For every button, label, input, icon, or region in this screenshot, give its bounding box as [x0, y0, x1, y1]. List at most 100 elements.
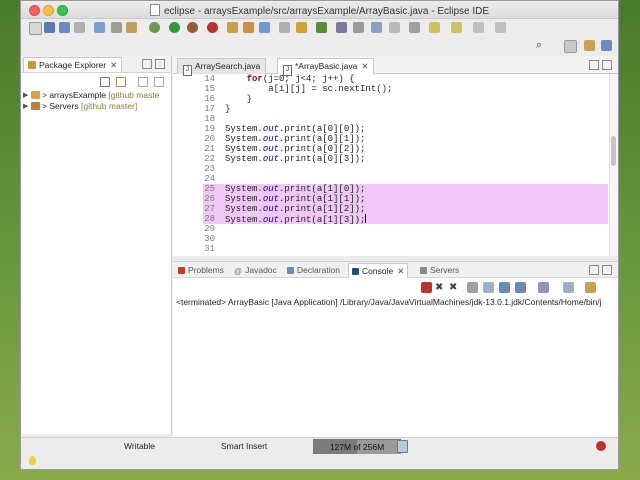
code-line[interactable]: 25 System.out.print(a[1][0]);	[173, 184, 618, 194]
tab-declaration[interactable]: Declaration	[284, 263, 343, 277]
minimize-icon[interactable]	[142, 59, 152, 69]
code-line[interactable]: 23	[173, 164, 618, 174]
maximize-icon[interactable]	[602, 60, 612, 70]
history-forward-icon[interactable]	[495, 22, 506, 33]
chevron-right-icon[interactable]: ▶	[23, 101, 28, 112]
last-edit-icon[interactable]	[409, 22, 420, 33]
open-type-icon[interactable]	[279, 22, 290, 33]
tree-item-arraysexample[interactable]: ▶ > arraysExample [github maste	[21, 90, 171, 101]
code-line[interactable]: 21 System.out.print(a[0][2]);	[173, 144, 618, 154]
code-prefix: System.	[225, 204, 263, 214]
back-icon[interactable]	[429, 22, 440, 33]
code-text: }	[225, 104, 230, 114]
word-wrap-icon[interactable]	[483, 282, 494, 293]
show-console-icon[interactable]	[499, 282, 510, 293]
filter-icon[interactable]	[138, 77, 149, 87]
code-line[interactable]: 30	[173, 234, 618, 244]
code-line[interactable]: 26 System.out.print(a[1][1]);	[173, 194, 618, 204]
new-package-icon[interactable]	[243, 22, 254, 33]
code-line[interactable]: 29	[173, 224, 618, 234]
tab-servers[interactable]: Servers	[417, 263, 462, 277]
debug-icon[interactable]	[149, 22, 160, 33]
tab-label: Declaration	[297, 265, 340, 275]
java-perspective-icon[interactable]	[601, 40, 612, 51]
code-line[interactable]: 15 a[i][j] = sc.nextInt();	[173, 84, 618, 94]
open-console-icon[interactable]	[585, 282, 596, 293]
show-whitespace-icon[interactable]	[371, 22, 382, 33]
maximize-icon[interactable]	[155, 59, 165, 69]
search-icon[interactable]: ⌕	[536, 40, 547, 51]
open-perspective-icon[interactable]	[564, 40, 577, 53]
code-line[interactable]: 14 for(j=0; j<4; j++) {	[173, 74, 618, 84]
tab-arraybasic[interactable]: J *ArrayBasic.java ✕	[277, 58, 375, 76]
external-tools-icon[interactable]	[207, 22, 218, 33]
history-back-icon[interactable]	[473, 22, 484, 33]
save-icon[interactable]	[44, 22, 55, 33]
code-line[interactable]: 22 System.out.print(a[0][3]);	[173, 154, 618, 164]
remove-all-icon[interactable]: ✖	[449, 282, 460, 293]
paragraph-icon[interactable]	[389, 22, 400, 33]
lightbulb-icon[interactable]	[29, 456, 36, 465]
run-icon[interactable]	[169, 22, 180, 33]
tab-problems[interactable]: Problems	[175, 263, 227, 277]
code-line[interactable]: 28 System.out.print(a[1][3]);	[173, 214, 618, 225]
code-line[interactable]: 19 System.out.print(a[0][0]);	[173, 124, 618, 134]
package-explorer-tab[interactable]: Package Explorer ✕	[23, 57, 123, 72]
pin-console-icon[interactable]	[538, 282, 549, 293]
code-rest: .print(a[0][3]);	[279, 154, 366, 164]
vertical-scrollbar[interactable]	[609, 74, 618, 256]
close-icon[interactable]: ✕	[397, 266, 404, 276]
tab-javadoc[interactable]: @ Javadoc	[231, 263, 280, 277]
code-line[interactable]: 18	[173, 114, 618, 124]
code-line[interactable]: 31	[173, 244, 618, 254]
line-number: 30	[204, 234, 215, 244]
code-line[interactable]: 20 System.out.print(a[0][1]);	[173, 134, 618, 144]
save-all-icon[interactable]	[59, 22, 70, 33]
coverage-icon[interactable]	[187, 22, 198, 33]
code-line[interactable]: 16 }	[173, 94, 618, 104]
link-with-editor-icon[interactable]	[115, 77, 126, 87]
minimize-icon[interactable]	[589, 60, 599, 70]
toggle-view-icon[interactable]	[94, 22, 105, 33]
new-class-icon[interactable]	[259, 22, 270, 33]
static-field: out	[262, 134, 280, 144]
close-icon[interactable]: ✕	[110, 60, 117, 70]
forward-icon[interactable]	[451, 22, 462, 33]
build-icon[interactable]	[111, 22, 122, 33]
next-annotation-icon[interactable]	[316, 22, 327, 33]
new-java-project-icon[interactable]	[227, 22, 238, 33]
print-icon[interactable]	[74, 22, 85, 33]
trash-icon[interactable]	[397, 440, 408, 453]
show-error-icon[interactable]	[515, 282, 526, 293]
tree-item-servers[interactable]: ▶ > Servers [github master]	[21, 101, 171, 112]
code-prefix: System.	[225, 124, 263, 134]
static-field: out	[262, 154, 280, 164]
close-icon[interactable]: ✕	[361, 61, 368, 71]
maximize-icon[interactable]	[602, 265, 612, 275]
previous-annotation-icon[interactable]	[336, 22, 347, 33]
scroll-lock-icon[interactable]	[467, 282, 478, 293]
code-text: System.out.print(a[1][1]);	[225, 194, 365, 204]
scrollbar-thumb[interactable]	[611, 136, 616, 166]
code-line[interactable]: 17}	[173, 104, 618, 114]
code-line[interactable]: 24	[173, 174, 618, 184]
remove-launch-icon[interactable]: ✖	[435, 282, 446, 293]
search-toolbar-icon[interactable]	[296, 22, 307, 33]
heap-status[interactable]: 127M of 256M	[313, 439, 401, 455]
chevron-right-icon[interactable]: ▶	[23, 90, 28, 101]
skip-breakpoints-icon[interactable]	[126, 22, 137, 33]
tab-console[interactable]: Console ✕	[348, 263, 409, 278]
view-menu-icon[interactable]	[153, 77, 164, 87]
code-line[interactable]: 27 System.out.print(a[1][2]);	[173, 204, 618, 214]
terminate-icon[interactable]	[421, 282, 432, 293]
collapse-all-icon[interactable]	[100, 77, 110, 87]
new-icon[interactable]	[29, 22, 42, 35]
code-rest: .print(a[1][2]);	[279, 204, 366, 214]
display-console-icon[interactable]	[563, 282, 574, 293]
minimize-icon[interactable]	[589, 265, 599, 275]
error-log-icon[interactable]	[596, 441, 606, 451]
code-area[interactable]: 14 for(j=0; j<4; j++) {15 a[i][j] = sc.n…	[173, 74, 618, 256]
tab-arraysearch[interactable]: J ArraySearch.java	[177, 58, 267, 76]
toggle-mark-icon[interactable]	[353, 22, 364, 33]
java-ee-perspective-icon[interactable]	[584, 40, 595, 51]
